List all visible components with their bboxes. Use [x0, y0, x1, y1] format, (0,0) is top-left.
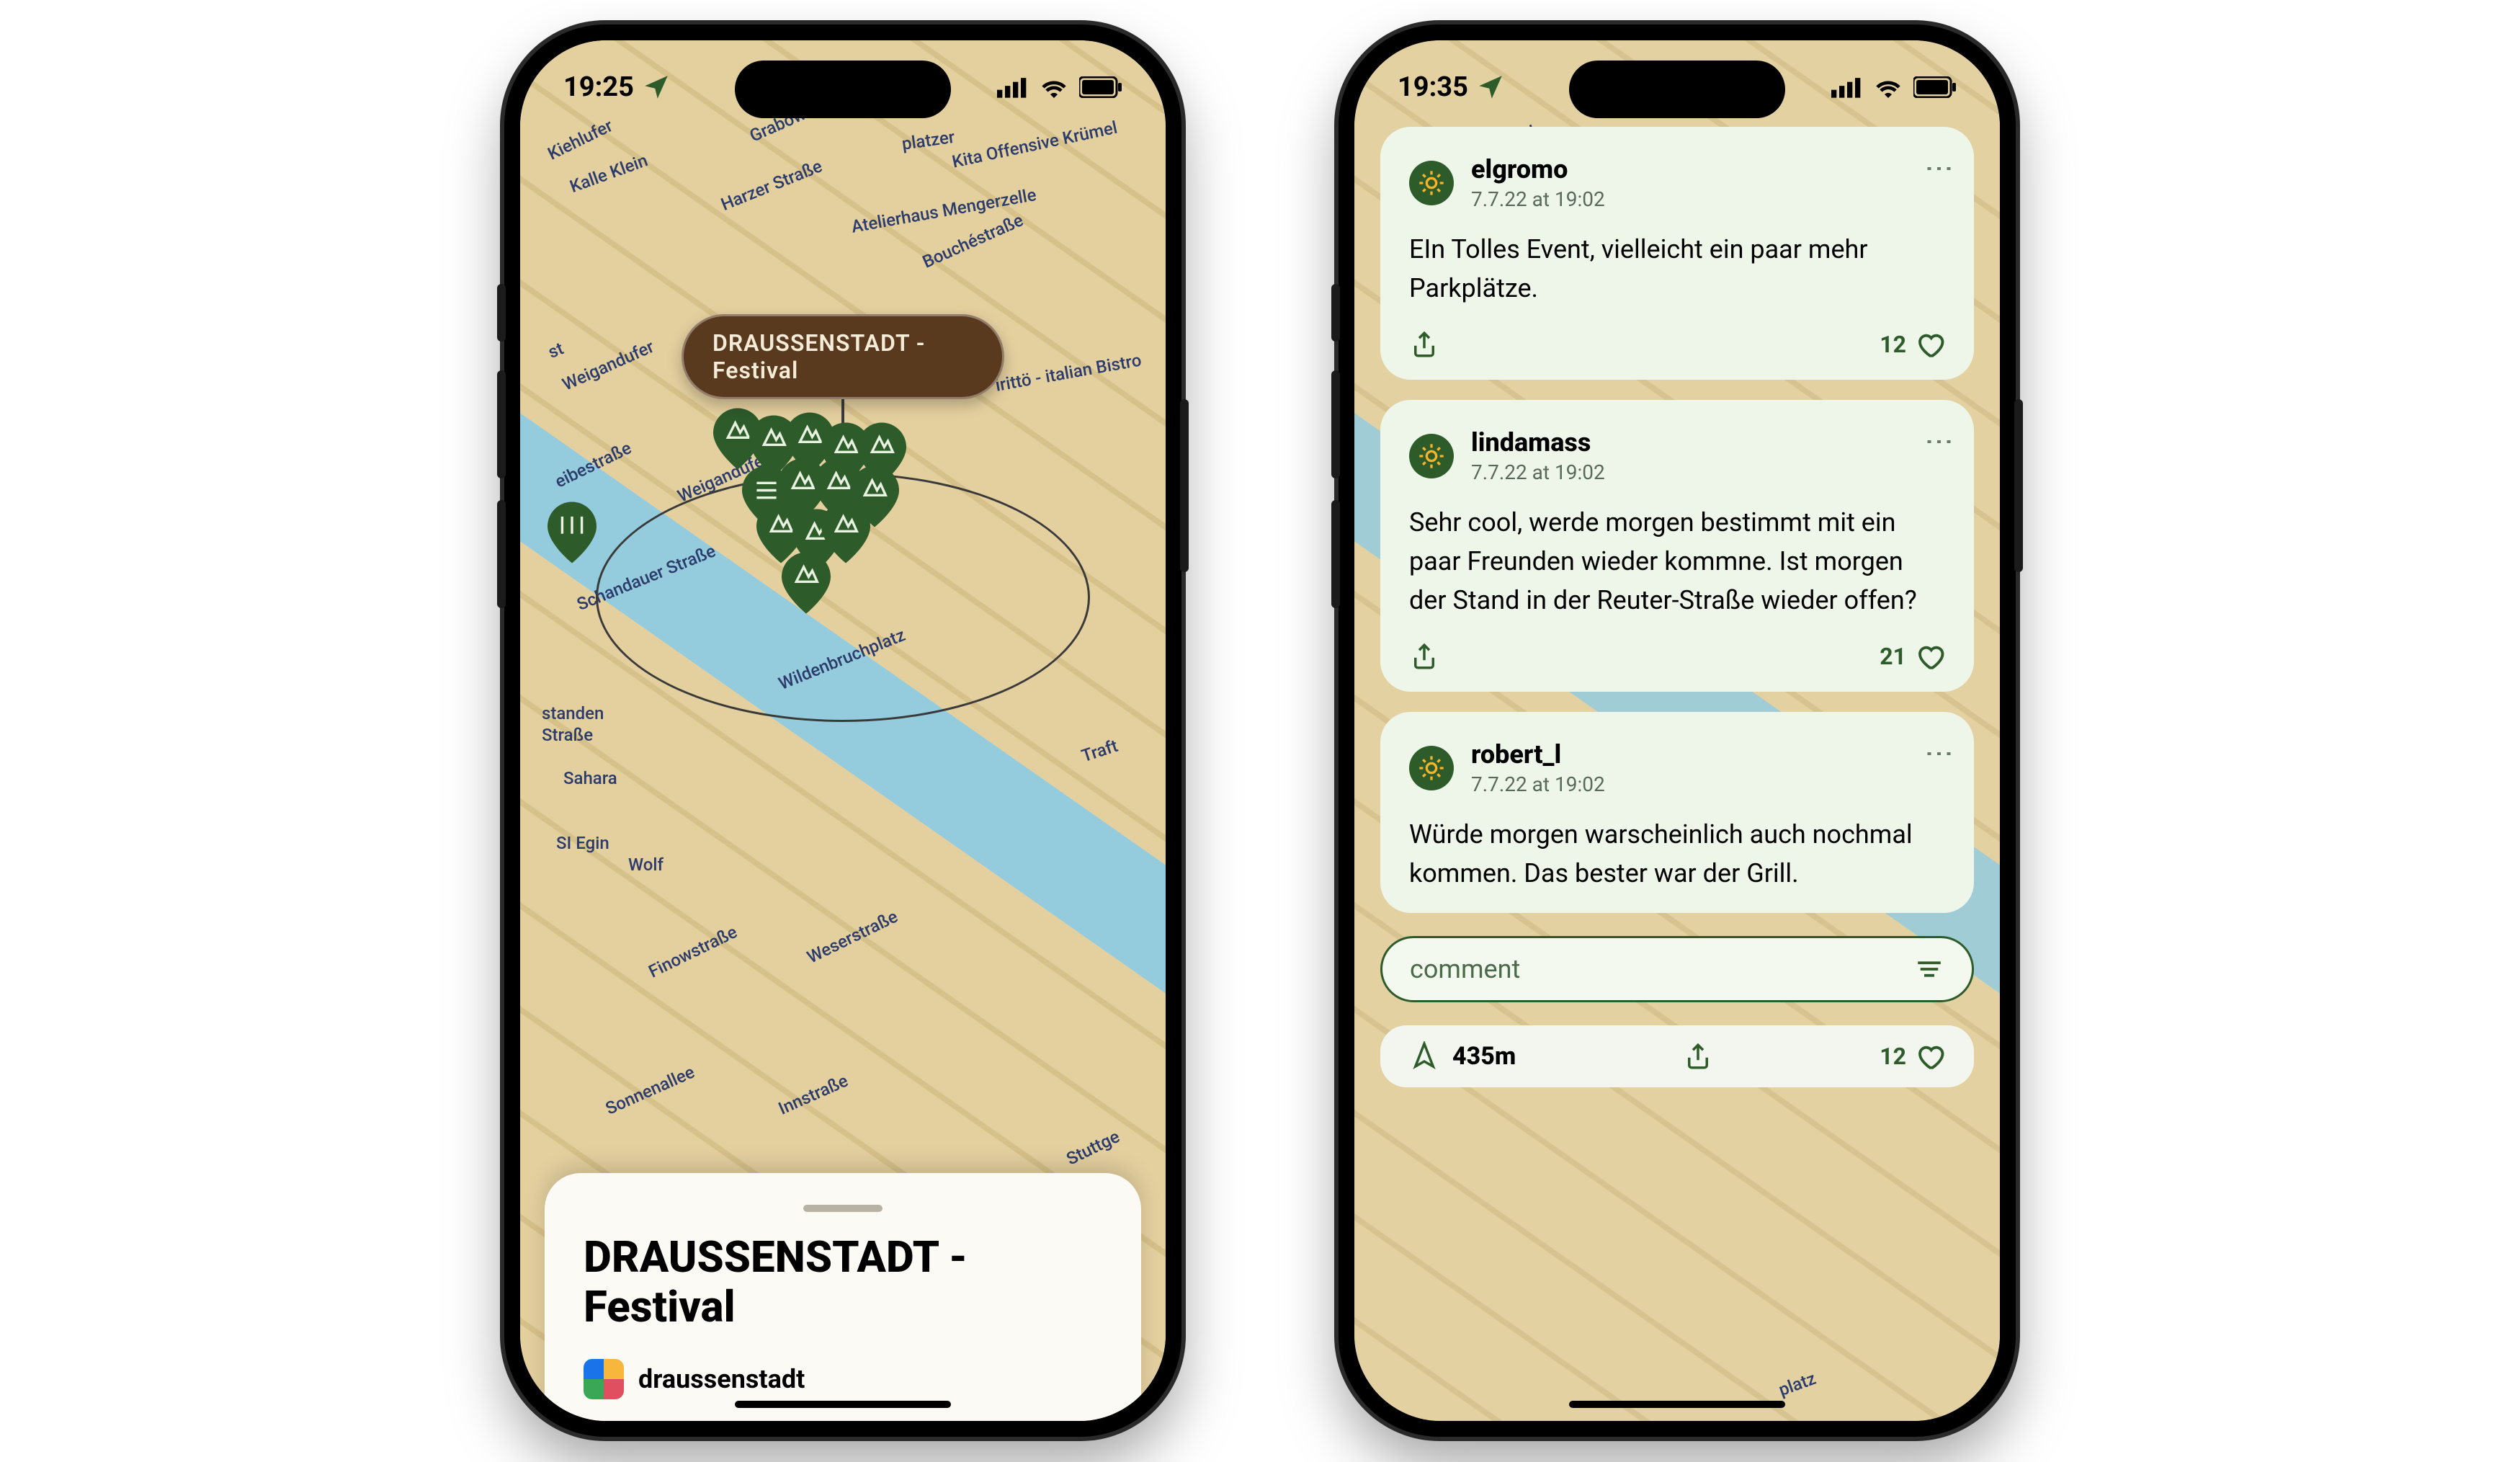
avatar[interactable] — [1409, 746, 1454, 790]
comment-header: robert_l7.7.22 at 19:02 ⋮ — [1409, 739, 1945, 796]
comment-input[interactable]: comment — [1380, 936, 1974, 1002]
bottom-bar: 435m 12 — [1380, 1025, 1974, 1087]
comment-footer: 21 — [1409, 641, 1945, 672]
wifi-icon — [1873, 76, 1903, 98]
comment-time: 7.7.22 at 19:02 — [1471, 187, 1605, 211]
organizer-logo — [584, 1359, 624, 1399]
phone-left-frame: KiehluferKalle KleinGrabowstrplatzerKita… — [504, 24, 1181, 1437]
bottom-sheet[interactable]: DRAUSSENSTADT - Festival draussenstadt — [545, 1173, 1141, 1421]
comment-header: lindamass7.7.22 at 19:02 ⋮ — [1409, 427, 1945, 484]
share-icon[interactable] — [1683, 1041, 1713, 1071]
cellular-icon — [1831, 76, 1863, 98]
battery-icon — [1079, 76, 1122, 98]
heart-icon[interactable] — [1915, 329, 1945, 360]
power-button[interactable] — [2014, 399, 2023, 572]
likes-count: 21 — [1880, 643, 1906, 670]
heart-icon[interactable] — [1915, 1041, 1945, 1071]
comment-time: 7.7.22 at 19:02 — [1471, 772, 1605, 796]
comment-placeholder: comment — [1410, 954, 1520, 984]
map-pin[interactable] — [782, 552, 831, 614]
map-pin[interactable] — [548, 502, 597, 563]
distance-text: 435m — [1452, 1042, 1516, 1071]
festival-pill[interactable]: DRAUSSENSTADT - Festival — [682, 314, 1004, 399]
power-button[interactable] — [1180, 399, 1189, 572]
likes-count: 12 — [1880, 1043, 1906, 1070]
sheet-title: DRAUSSENSTADT - Festival — [584, 1232, 1102, 1332]
comment-feed[interactable]: elgromo 7.7.22 at 19:02 ⋮ EIn Tolles Event,… — [1354, 40, 2000, 1421]
more-icon[interactable]: ⋮ — [1934, 154, 1945, 181]
share-icon[interactable] — [1409, 641, 1439, 672]
more-icon[interactable]: ⋮ — [1934, 739, 1945, 766]
cellular-icon — [997, 76, 1029, 98]
comment-text: Sehr cool, werde morgen bestimmt mit ein… — [1409, 503, 1945, 620]
location-arrow-icon — [1475, 72, 1506, 102]
volume-down-button[interactable] — [1331, 500, 1340, 608]
location-arrow-icon — [641, 72, 671, 102]
dynamic-island — [1569, 61, 1785, 118]
street-label: Sahara — [563, 768, 617, 788]
street-label: standen — [542, 703, 604, 723]
street-label: Wolf — [628, 855, 663, 875]
organizer-name: draussenstadt — [638, 1364, 805, 1394]
status-time: 19:35 — [1398, 71, 1468, 103]
comment-text: EIn Tolles Event, vielleicht ein paar me… — [1409, 230, 1945, 308]
battery-icon — [1913, 76, 1957, 98]
street-label: Straße — [542, 725, 593, 745]
comment-card[interactable]: lindamass7.7.22 at 19:02 ⋮ Sehr cool, werd… — [1380, 400, 1974, 692]
more-icon[interactable]: ⋮ — [1934, 427, 1945, 454]
avatar[interactable] — [1409, 161, 1454, 205]
mute-switch[interactable] — [497, 284, 506, 342]
volume-down-button[interactable] — [497, 500, 506, 608]
wifi-icon — [1039, 76, 1069, 98]
volume-up-button[interactable] — [1331, 370, 1340, 478]
comment-time: 7.7.22 at 19:02 — [1471, 460, 1605, 484]
comment-card[interactable]: elgromo 7.7.22 at 19:02 ⋮ EIn Tolles Event,… — [1380, 127, 1974, 380]
home-indicator[interactable] — [1569, 1401, 1785, 1408]
avatar[interactable] — [1409, 434, 1454, 478]
street-label: SI Egin — [556, 833, 609, 853]
sheet-grabber[interactable] — [803, 1205, 883, 1212]
screen-right: Kiehlplatz 19:35 elgromo7.7.22 at 19:02⋮… — [1354, 40, 2000, 1421]
comment-username[interactable]: lindamass — [1471, 427, 1605, 458]
organizer-row[interactable]: draussenstadt — [584, 1359, 1102, 1399]
share-icon[interactable] — [1409, 329, 1439, 360]
phone-right-frame: Kiehlplatz 19:35 elgromo7.7.22 at 19:02⋮… — [1339, 24, 2016, 1437]
likes-count: 12 — [1880, 331, 1906, 358]
sort-icon — [1914, 954, 1944, 984]
home-indicator[interactable] — [735, 1401, 951, 1408]
dynamic-island — [735, 61, 951, 118]
navigate-icon[interactable] — [1409, 1041, 1439, 1071]
mute-switch[interactable] — [1331, 284, 1340, 342]
heart-icon[interactable] — [1915, 641, 1945, 672]
status-time: 19:25 — [563, 71, 634, 103]
comment-header: elgromo 7.7.22 at 19:02 ⋮ — [1409, 154, 1945, 211]
comment-card[interactable]: robert_l7.7.22 at 19:02 ⋮ Würde morgen war… — [1380, 712, 1974, 913]
screen-left: KiehluferKalle KleinGrabowstrplatzerKita… — [520, 40, 1166, 1421]
volume-up-button[interactable] — [497, 370, 506, 478]
comment-text: Würde morgen warscheinlich auch nochmal … — [1409, 815, 1945, 893]
map-pin-cluster — [670, 415, 1016, 602]
comment-username[interactable]: elgromo — [1471, 154, 1605, 184]
comment-footer: 12 — [1409, 329, 1945, 360]
comment-username[interactable]: robert_l — [1471, 739, 1605, 770]
